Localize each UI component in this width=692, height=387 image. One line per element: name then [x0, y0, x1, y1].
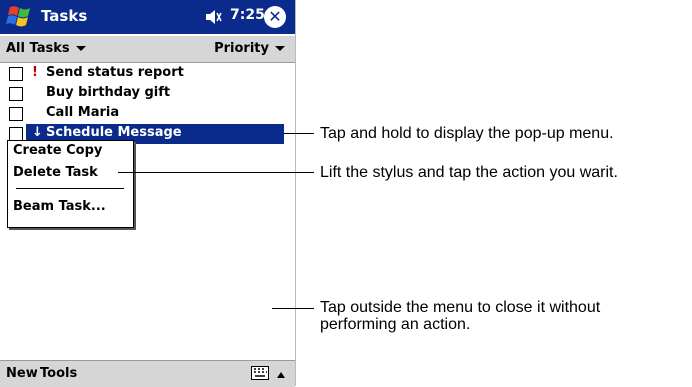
chevron-down-icon	[75, 46, 86, 51]
up-arrow-icon[interactable]	[276, 368, 286, 383]
menu-item-delete-task[interactable]: Delete Task	[13, 165, 98, 180]
task-label: Buy birthday gift	[46, 85, 171, 100]
app-title: Tasks	[41, 7, 88, 25]
callout-leader	[118, 172, 314, 173]
task-label: Send status report	[46, 65, 184, 80]
priority-indicator: !	[32, 65, 38, 80]
callout-outside-line2: performing an action.	[320, 316, 471, 333]
keyboard-icon[interactable]	[251, 366, 269, 380]
tools-menu[interactable]: Tools	[40, 366, 77, 381]
close-icon[interactable]: ✕	[264, 6, 286, 28]
windows-start-icon[interactable]	[4, 3, 36, 31]
task-label: Call Maria	[46, 105, 120, 120]
callout-leader	[284, 133, 314, 134]
menu-divider	[16, 188, 124, 189]
command-bar: New Tools	[0, 360, 295, 387]
callout-outside-line1: Tap outside the menu to close it without	[320, 299, 601, 316]
task-row[interactable]: Buy birthday gift	[0, 84, 295, 104]
task-checkbox[interactable]	[9, 127, 23, 141]
menu-item-beam-task[interactable]: Beam Task...	[13, 199, 106, 214]
menu-item-create-copy[interactable]: Create Copy	[13, 143, 102, 158]
task-row[interactable]: Call Maria	[0, 104, 295, 124]
pocketpc-screen: Tasks 7:25 ✕ All Tasks Priority ! Send s…	[0, 0, 296, 387]
task-checkbox[interactable]	[9, 107, 23, 121]
chevron-down-icon	[275, 46, 285, 51]
callout-lift: Lift the stylus and tap the action you w…	[320, 164, 618, 181]
callout-leader	[272, 308, 314, 309]
task-row[interactable]: ! Send status report	[0, 64, 295, 84]
title-bar: Tasks 7:25 ✕	[0, 0, 295, 34]
clock[interactable]: 7:25	[230, 7, 265, 23]
context-menu: Create Copy Delete Task Beam Task...	[7, 140, 134, 228]
new-button[interactable]: New	[6, 366, 38, 381]
callout-hold: Tap and hold to display the pop-up menu.	[320, 125, 614, 142]
filter-bar: All Tasks Priority	[0, 36, 295, 63]
sort-dropdown[interactable]: Priority	[214, 41, 285, 56]
task-checkbox[interactable]	[9, 87, 23, 101]
sort-dropdown-label: Priority	[214, 41, 269, 56]
priority-indicator: ↓	[32, 125, 43, 140]
category-filter-label: All Tasks	[6, 41, 70, 56]
task-label: Schedule Message	[46, 125, 182, 140]
task-checkbox[interactable]	[9, 67, 23, 81]
speaker-icon[interactable]	[204, 9, 224, 25]
category-filter[interactable]: All Tasks	[6, 41, 86, 56]
